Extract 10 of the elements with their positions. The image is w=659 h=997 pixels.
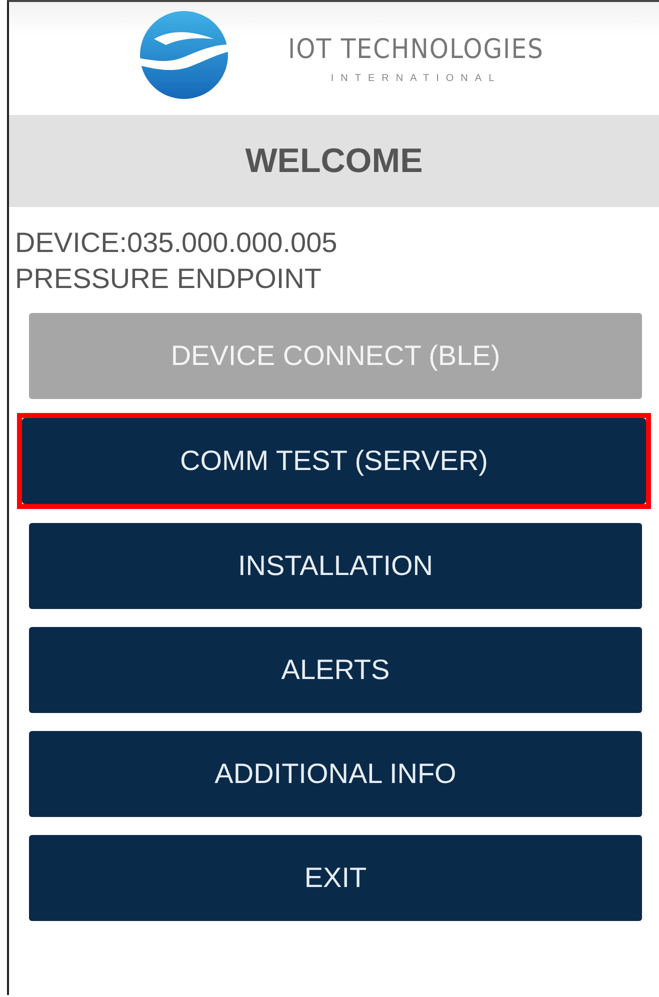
menu-button[interactable]: ADDITIONAL INFO — [29, 731, 642, 817]
menu-button[interactable]: INSTALLATION — [29, 523, 642, 609]
menu-button[interactable]: EXIT — [29, 835, 642, 921]
device-type: PRESSURE ENDPOINT — [15, 262, 322, 296]
device-id: DEVICE:035.000.000.005 — [15, 226, 338, 260]
brand-name: IOT TECHNOLOGIES — [288, 34, 544, 64]
menu-button[interactable]: ALERTS — [29, 627, 642, 713]
brand-subtitle: INTERNATIONAL — [330, 72, 502, 84]
header-title: WELCOME — [245, 142, 423, 180]
menu-button[interactable]: COMM TEST (SERVER) — [22, 418, 646, 504]
